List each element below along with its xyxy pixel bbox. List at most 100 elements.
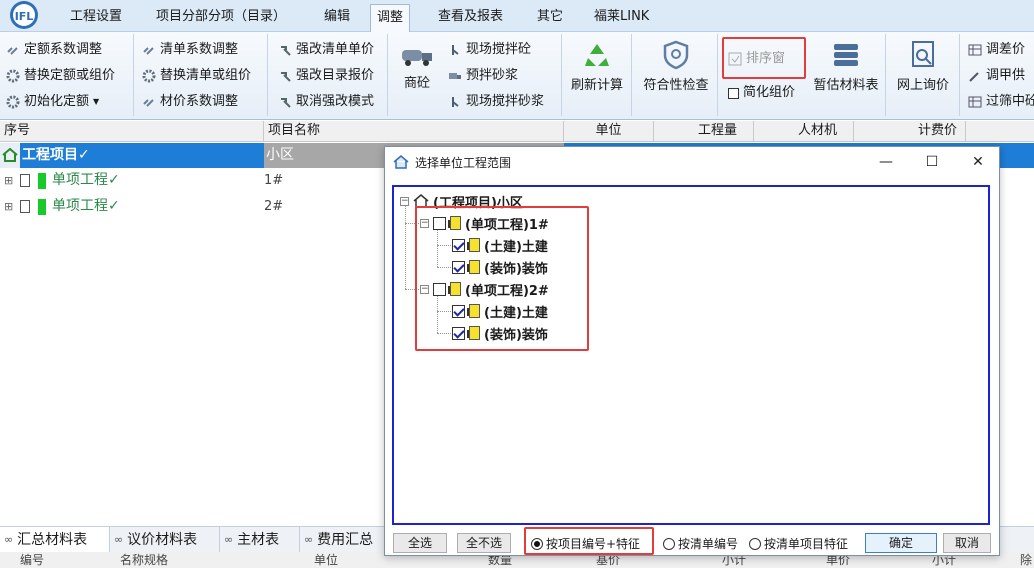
cancel-override-button[interactable]: 取消强改模式 [278,91,374,113]
ribbon-group-list: 清单系数调整 替换清单或组价 材价系数调整 [134,34,268,116]
radio-by-list-code[interactable]: 按清单编号 [663,535,738,552]
compliance-check-button[interactable]: 符合性检查 [636,40,716,93]
estimated-material-button[interactable]: 暂估材料表 [810,40,882,93]
menu-adjust[interactable]: 调整 [370,4,411,33]
radio-icon [663,537,675,550]
online-inquiry-button[interactable]: 网上询价 [888,40,958,93]
collapse-icon[interactable]: − [420,284,429,294]
col-quantity[interactable]: 工程量 [654,121,754,142]
checkbox[interactable] [452,260,465,274]
tree-node-civil-1[interactable]: (土建)土建 [452,234,548,256]
tab-icon: ∞ [224,533,234,546]
tree-root[interactable]: − (工程项目)小区 [400,190,523,212]
unit-icon [467,304,480,318]
menu-project-sections[interactable]: 项目分部分项（目录） [150,6,292,30]
checkbox[interactable] [433,282,446,296]
refresh-calc-button[interactable]: 刷新计算 [566,40,628,93]
replace-list-button[interactable]: 替换清单或组价 [142,65,251,87]
onsite-concrete-button[interactable]: 现场搅拌砼 [448,39,531,61]
checkbox[interactable] [452,326,465,340]
menu-fulai-link[interactable]: 福莱LINK [588,6,655,30]
simplify-pricing-checkbox[interactable]: 简化组价 [728,82,795,104]
app-logo-icon: IFL [10,1,38,29]
override-catalog-price-button[interactable]: 强改目录报价 [278,65,374,87]
home-icon [2,148,18,162]
ok-button[interactable]: 确定 [865,533,937,553]
select-all-button[interactable]: 全选 [393,533,447,553]
sort-window-button[interactable]: 排序窗 [728,48,785,70]
checkbox[interactable] [433,216,446,230]
menu-edit[interactable]: 编辑 [318,6,356,30]
document-icon [20,174,30,187]
project-icon [448,282,461,296]
col-name[interactable]: 项目名称 [264,121,564,142]
tree-connector [437,295,438,333]
col-labor-material[interactable]: 人材机 [754,121,854,142]
menu-other[interactable]: 其它 [531,6,569,30]
hammer-icon [281,46,291,56]
tree-node-decoration-2[interactable]: (装饰)装饰 [452,322,548,344]
col-seq[interactable]: 序号 [0,121,264,142]
init-quota-button[interactable]: 初始化定额 ▼ [6,91,99,113]
gear-icon [6,69,20,83]
tab-negotiated-materials[interactable]: ∞ 议价材料表 [110,527,220,553]
replace-quota-button[interactable]: 替换定额或组价 [6,65,115,87]
menu-view-reports[interactable]: 查看及报表 [432,6,509,30]
onsite-mortar-button[interactable]: 现场搅拌砂浆 [448,91,544,113]
col-unit[interactable]: 单位 [314,552,338,568]
adjust-price-diff-button[interactable]: 调差价 [968,39,1025,61]
col-unit[interactable]: 单位 [564,121,654,142]
tab-icon: ∞ [4,533,14,546]
checkbox[interactable] [452,304,465,318]
radio-icon [531,537,543,550]
col-spec[interactable]: 名称规格 [120,552,168,568]
tree-node-decoration-1[interactable]: (装饰)装饰 [452,256,548,278]
select-none-button[interactable]: 全不选 [457,533,511,553]
tree-node-civil-2[interactable]: (土建)土建 [452,300,548,322]
minimize-button[interactable]: — [871,151,901,173]
document-icon [20,200,30,213]
override-list-price-button[interactable]: 强改清单单价 [278,39,374,61]
radio-by-list-feature[interactable]: 按清单项目特征 [749,535,848,552]
tree-node-project-1[interactable]: − (单项工程)1# [420,212,549,234]
tree-node-project-2[interactable]: − (单项工程)2# [420,278,549,300]
search-document-icon [912,41,934,67]
commercial-concrete-button[interactable]: 商砼 [396,42,438,91]
col-extra[interactable]: 除 [1020,552,1032,568]
collapse-icon[interactable]: − [420,218,429,228]
menu-project-settings[interactable]: 工程设置 [64,6,128,30]
ribbon-group-quota: 定额系数调整 替换定额或组价 初始化定额 ▼ [0,34,134,116]
ribbon-toolbar: 定额系数调整 替换定额或组价 初始化定额 ▼ 清单系数调整 替换清单或组价 材价系… [0,32,1034,120]
ribbon-group-price: 调差价 调甲供 过筛中砼 [960,34,1034,116]
quota-coefficient-button[interactable]: 定额系数调整 [6,39,102,61]
col-code[interactable]: 编号 [20,552,44,568]
cancel-button[interactable]: 取消 [943,533,991,553]
sort-icon [728,52,742,66]
link-icon [143,99,154,107]
radio-by-code-feature[interactable]: 按项目编号+特征 [531,535,640,552]
project-icon [448,216,461,230]
collapse-icon[interactable]: − [400,196,409,206]
unit-icon [467,238,480,252]
expand-icon[interactable]: ⊞ [4,168,13,193]
unit-icon [467,326,480,340]
col-fee-price[interactable]: 计费价 [854,121,966,142]
maximize-button[interactable]: ☐ [917,151,947,173]
ribbon-group-refresh: 刷新计算 [562,34,632,116]
svg-text:IFL: IFL [15,10,34,23]
expand-icon[interactable]: ⊞ [4,194,13,219]
dialog-titlebar[interactable]: 选择单位工程范围 — ☐ ✕ [385,147,999,177]
home-icon [413,194,429,208]
tab-main-materials[interactable]: ∞ 主材表 [220,527,300,553]
status-green-icon [38,199,46,215]
checkbox[interactable] [452,238,465,252]
list-coefficient-button[interactable]: 清单系数调整 [142,39,238,61]
close-button[interactable]: ✕ [963,151,993,173]
tab-summary-materials[interactable]: ∞ 汇总材料表 [0,527,110,553]
material-coefficient-button[interactable]: 材价系数调整 [142,91,238,113]
adjust-owner-supply-button[interactable]: 调甲供 [968,65,1025,87]
checkbox-icon [728,87,739,99]
row-seq: 单项工程✓ [52,198,120,214]
premixed-mortar-button[interactable]: 预拌砂浆 [448,65,518,87]
filter-concrete-button[interactable]: 过筛中砼 [968,91,1034,113]
